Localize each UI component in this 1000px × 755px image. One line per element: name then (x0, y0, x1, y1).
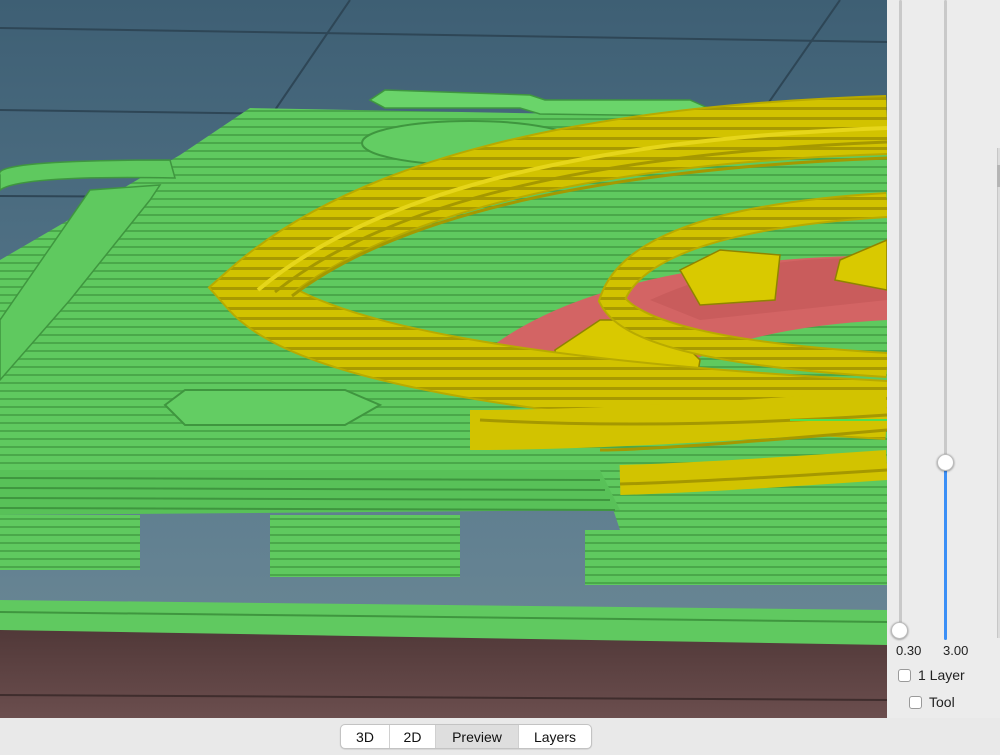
tab-layers[interactable]: Layers (518, 725, 591, 748)
layer-range-fill (944, 462, 947, 640)
tab-3d[interactable]: 3D (341, 725, 389, 748)
layer-panel: 0.30 3.00 1 Layer Tool (887, 0, 1000, 718)
one-layer-label: 1 Layer (918, 667, 965, 683)
one-layer-checkbox[interactable] (898, 668, 911, 682)
tool-checkbox[interactable] (909, 695, 922, 709)
tab-2d[interactable]: 2D (389, 725, 435, 748)
tab-preview[interactable]: Preview (435, 725, 518, 748)
tool-label: Tool (929, 694, 955, 710)
min-layer-height: 0.30 (896, 643, 922, 658)
3d-viewport[interactable] (0, 0, 887, 718)
lower-layer-slider-knob[interactable] (891, 622, 908, 639)
tool-checkbox-row[interactable]: Tool (909, 694, 955, 710)
upper-layer-slider-knob[interactable] (937, 454, 954, 471)
view-mode-segmented-control: 3D 2D Preview Layers (340, 724, 592, 749)
max-layer-height: 3.00 (943, 643, 969, 658)
lower-layer-slider-track[interactable] (899, 0, 902, 630)
one-layer-checkbox-row[interactable]: 1 Layer (898, 667, 965, 683)
